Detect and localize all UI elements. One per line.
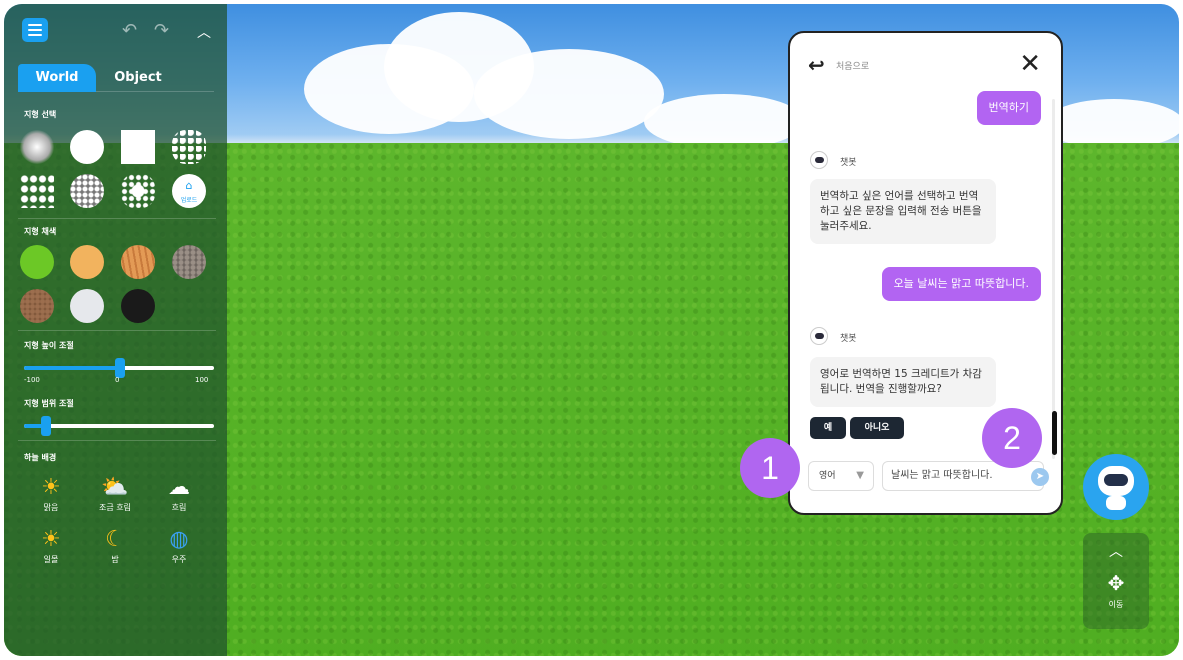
chevron-up-icon[interactable]: ︿ bbox=[197, 22, 211, 42]
height-slider[interactable] bbox=[24, 358, 214, 378]
chat-scrollbar[interactable] bbox=[1052, 99, 1055, 459]
section-terrain-color: 지형 채색 bbox=[24, 227, 57, 236]
shape-splatter[interactable] bbox=[172, 130, 206, 164]
cloud-icon: ☁ bbox=[168, 475, 190, 500]
planet-icon: ◍ bbox=[169, 527, 189, 552]
sky-sunset[interactable]: ☀ 일몰 bbox=[26, 526, 76, 565]
swatch-brick[interactable] bbox=[172, 245, 206, 279]
section-terrain-height: 지형 높이 조절 bbox=[24, 341, 74, 350]
divider bbox=[18, 218, 216, 219]
bot-message-confirm: 영어로 번역하면 15 크레디트가 차감됩니다. 번역을 진행할까요? bbox=[810, 357, 996, 407]
menu-icon[interactable] bbox=[22, 18, 48, 42]
chat-header: ↩ 처음으로 ✕ bbox=[790, 33, 1061, 89]
sky-sunny[interactable]: ☀ 맑음 bbox=[26, 474, 76, 513]
section-sky: 하늘 배경 bbox=[24, 453, 57, 462]
robot-icon bbox=[1104, 474, 1128, 486]
sky-sunset-label: 일몰 bbox=[43, 555, 59, 564]
swatch-snow[interactable] bbox=[70, 289, 104, 323]
upload-icon: ⌂ bbox=[185, 179, 193, 192]
language-select[interactable]: 영어 ▼ bbox=[808, 461, 874, 491]
shape-scatter[interactable] bbox=[20, 174, 54, 208]
divider bbox=[18, 440, 216, 441]
chatbot-avatar-icon bbox=[810, 327, 828, 345]
height-mid-label: 0 bbox=[115, 376, 120, 384]
user-message-translate: 번역하기 bbox=[976, 91, 1041, 125]
shape-circle[interactable] bbox=[70, 130, 104, 164]
chatbot-avatar-icon bbox=[810, 151, 828, 169]
chatbot-launcher-button[interactable] bbox=[1083, 454, 1149, 520]
sky-space-label: 우주 bbox=[171, 555, 187, 564]
swatch-green[interactable] bbox=[20, 245, 54, 279]
chatbot-name: 챗봇 bbox=[840, 334, 857, 344]
sky-space[interactable]: ◍ 우주 bbox=[154, 526, 204, 565]
moon-icon: ☾ bbox=[105, 527, 125, 552]
height-max-label: 100 bbox=[195, 376, 209, 384]
world-edit-panel: ↶ ↷ ︿ World Object 지형 선택 ⌂ 업로드 지형 채색 지형 … bbox=[4, 4, 227, 656]
sunset-icon: ☀ bbox=[41, 527, 61, 552]
sun-icon: ☀ bbox=[41, 475, 61, 500]
range-slider[interactable] bbox=[24, 416, 214, 436]
tab-world[interactable]: World bbox=[18, 64, 96, 92]
user-message-sentence: 오늘 날씨는 맑고 따뜻합니다. bbox=[881, 267, 1041, 301]
move-control[interactable]: ︿ ✥ 이동 bbox=[1083, 533, 1149, 629]
shape-square[interactable] bbox=[121, 130, 155, 164]
sky-cloudy[interactable]: ☁ 흐림 bbox=[154, 474, 204, 513]
yes-button[interactable]: 예 bbox=[810, 417, 846, 439]
move-icon[interactable]: ✥ bbox=[1083, 571, 1149, 595]
upload-label: 업로드 bbox=[180, 197, 198, 204]
chatbot-name: 챗봇 bbox=[840, 158, 857, 168]
swatch-sand[interactable] bbox=[70, 245, 104, 279]
shape-burst[interactable] bbox=[121, 174, 155, 208]
sky-sunny-label: 맑음 bbox=[43, 503, 59, 512]
undo-icon[interactable]: ↶ bbox=[122, 20, 137, 41]
sky-partly-cloudy[interactable]: ⛅ 조금 흐림 bbox=[90, 474, 140, 513]
chat-scrollbar-thumb[interactable] bbox=[1052, 411, 1057, 455]
cloud bbox=[474, 49, 664, 139]
annotation-badge-1: 1 bbox=[740, 438, 800, 498]
robot-body bbox=[1106, 496, 1126, 510]
back-to-start-link[interactable]: 처음으로 bbox=[836, 59, 869, 72]
cloud bbox=[1044, 99, 1179, 149]
close-icon[interactable]: ✕ bbox=[1019, 49, 1041, 79]
sky-partly-cloudy-label: 조금 흐림 bbox=[99, 503, 131, 512]
sky-night-label: 밤 bbox=[111, 555, 119, 564]
chevron-up-icon[interactable]: ︿ bbox=[1083, 541, 1149, 561]
swatch-dirt[interactable] bbox=[20, 289, 54, 323]
back-arrow-icon[interactable]: ↩ bbox=[808, 53, 825, 77]
height-slider-thumb[interactable] bbox=[115, 358, 125, 378]
shape-upload-button[interactable]: ⌂ 업로드 bbox=[172, 174, 206, 208]
sky-night[interactable]: ☾ 밤 bbox=[90, 526, 140, 565]
send-icon[interactable]: ➤ bbox=[1031, 468, 1049, 486]
shape-noise-circle[interactable] bbox=[70, 174, 104, 208]
swatch-wood[interactable] bbox=[121, 245, 155, 279]
move-label: 이동 bbox=[1108, 600, 1124, 609]
cloud bbox=[644, 94, 804, 149]
section-terrain-select: 지형 선택 bbox=[24, 110, 57, 119]
swatch-black[interactable] bbox=[121, 289, 155, 323]
annotation-badge-2: 2 bbox=[982, 408, 1042, 468]
divider bbox=[18, 330, 216, 331]
height-min-label: -100 bbox=[24, 376, 40, 384]
shape-soft-circle[interactable] bbox=[20, 130, 54, 164]
no-button[interactable]: 아니오 bbox=[850, 417, 904, 439]
caret-down-icon: ▼ bbox=[856, 470, 864, 481]
sky-cloudy-label: 흐림 bbox=[171, 503, 187, 512]
language-select-value: 영어 bbox=[819, 471, 836, 481]
height-slider-fill bbox=[24, 366, 120, 370]
partly-cloudy-icon: ⛅ bbox=[101, 475, 129, 500]
redo-icon[interactable]: ↷ bbox=[154, 20, 169, 41]
section-terrain-range: 지형 범위 조절 bbox=[24, 399, 74, 408]
range-slider-thumb[interactable] bbox=[41, 416, 51, 436]
bot-message-instructions: 번역하고 싶은 언어를 선택하고 번역하고 싶은 문장을 입력해 전송 버튼을 … bbox=[810, 179, 996, 244]
panel-toolbar: ↶ ↷ ︿ bbox=[18, 18, 217, 44]
tab-object[interactable]: Object bbox=[98, 64, 178, 92]
panel-tabs: World Object bbox=[18, 64, 214, 92]
